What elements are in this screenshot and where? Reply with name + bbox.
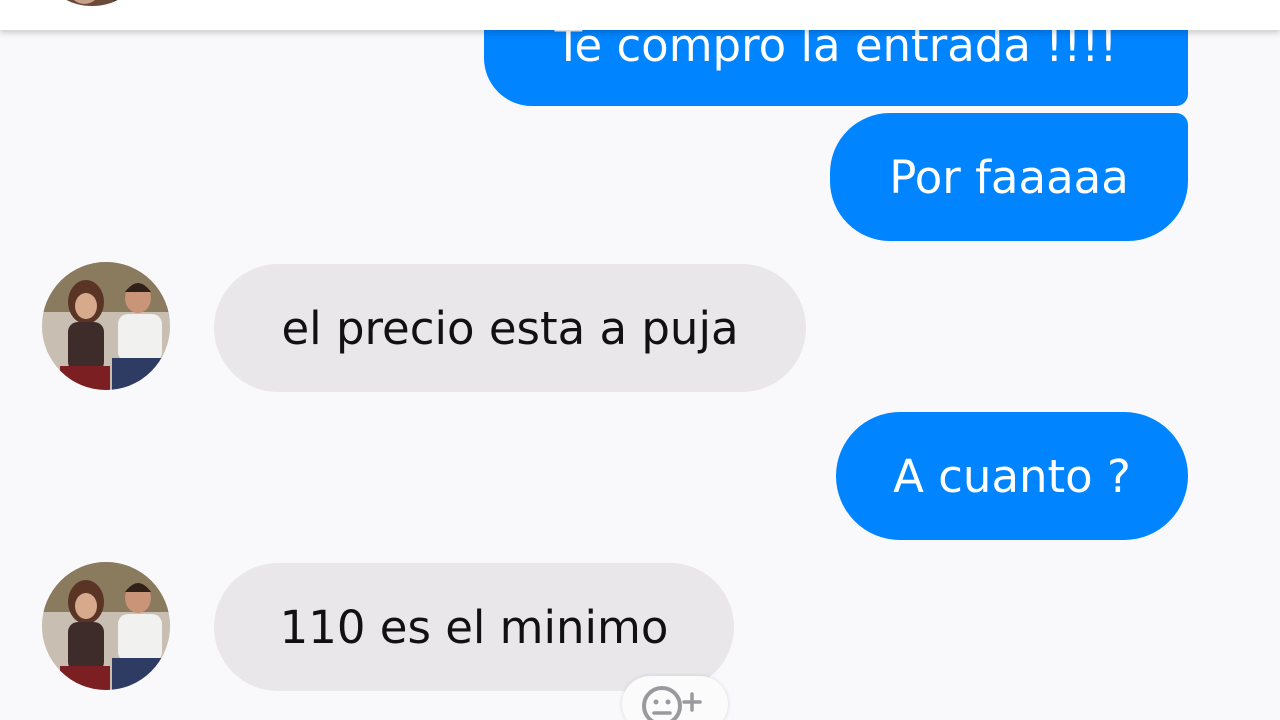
- message-bubble-incoming[interactable]: 110 es el minimo: [214, 563, 734, 691]
- message-text: 110 es el minimo: [279, 600, 669, 654]
- message-bubble-outgoing[interactable]: A cuanto ?: [836, 412, 1188, 540]
- chat-header: [0, 0, 1280, 30]
- message-bubble-incoming[interactable]: el precio esta a puja: [214, 264, 806, 392]
- contact-avatar[interactable]: [42, 262, 170, 390]
- header-avatar[interactable]: [54, 0, 130, 6]
- chat-screen: Te compro la entrada !!!! Por faaaaa el …: [0, 0, 1280, 720]
- add-reaction-button[interactable]: [622, 676, 728, 720]
- message-bubble-outgoing[interactable]: Por faaaaa: [830, 113, 1188, 241]
- message-text: A cuanto ?: [893, 449, 1131, 503]
- contact-avatar[interactable]: [42, 562, 170, 690]
- message-text: el precio esta a puja: [281, 301, 739, 355]
- message-text: Por faaaaa: [889, 150, 1129, 204]
- add-reaction-icon: [642, 686, 702, 720]
